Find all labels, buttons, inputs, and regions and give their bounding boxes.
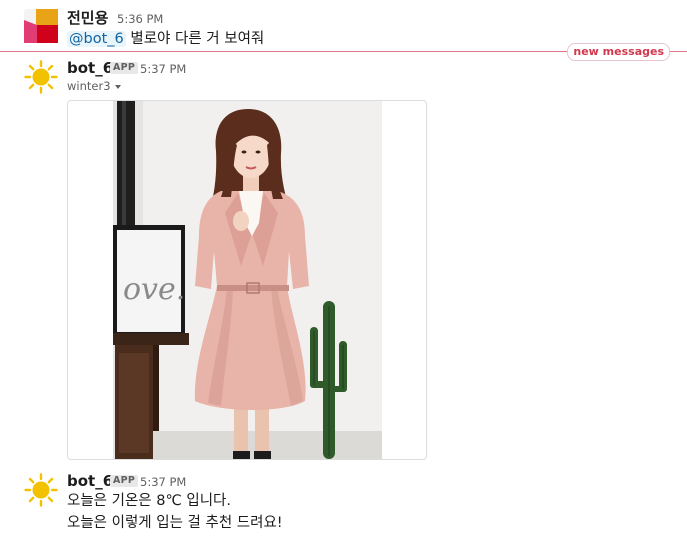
app-badge: APP [110,62,139,74]
author-name[interactable]: bot_6 [67,472,113,490]
outfit-photo: ove. [113,101,382,459]
attachment-label: winter3 [67,79,111,93]
sun-icon[interactable] [24,473,58,507]
message-line-1: 오늘은 기온은 8℃ 입니다. [67,493,232,509]
mention-link[interactable]: @bot_6 [67,31,126,47]
author-name[interactable]: bot_6 [67,59,113,77]
app-badge: APP [110,475,139,487]
message-body: 별로야 다른 거 보여줘 [130,31,265,47]
timestamp[interactable]: 5:37 PM [140,62,186,76]
message-text: @bot_6 별로야 다른 거 보여줘 [67,29,264,50]
caret-down-icon [114,84,121,89]
attachment-toggle[interactable]: winter3 [67,79,121,93]
timestamp[interactable]: 5:37 PM [140,475,186,489]
author-name[interactable]: 전민용 [67,9,108,27]
sign-text: ove. [123,272,185,307]
sun-icon[interactable] [24,60,58,94]
image-attachment[interactable]: ove. [67,100,427,460]
message-line-2: 오늘은 이렇게 입는 걸 추천 드려요! [67,515,283,531]
user-avatar-icon[interactable] [24,9,58,43]
new-messages-label: new messages [567,43,670,61]
timestamp[interactable]: 5:36 PM [117,12,163,26]
